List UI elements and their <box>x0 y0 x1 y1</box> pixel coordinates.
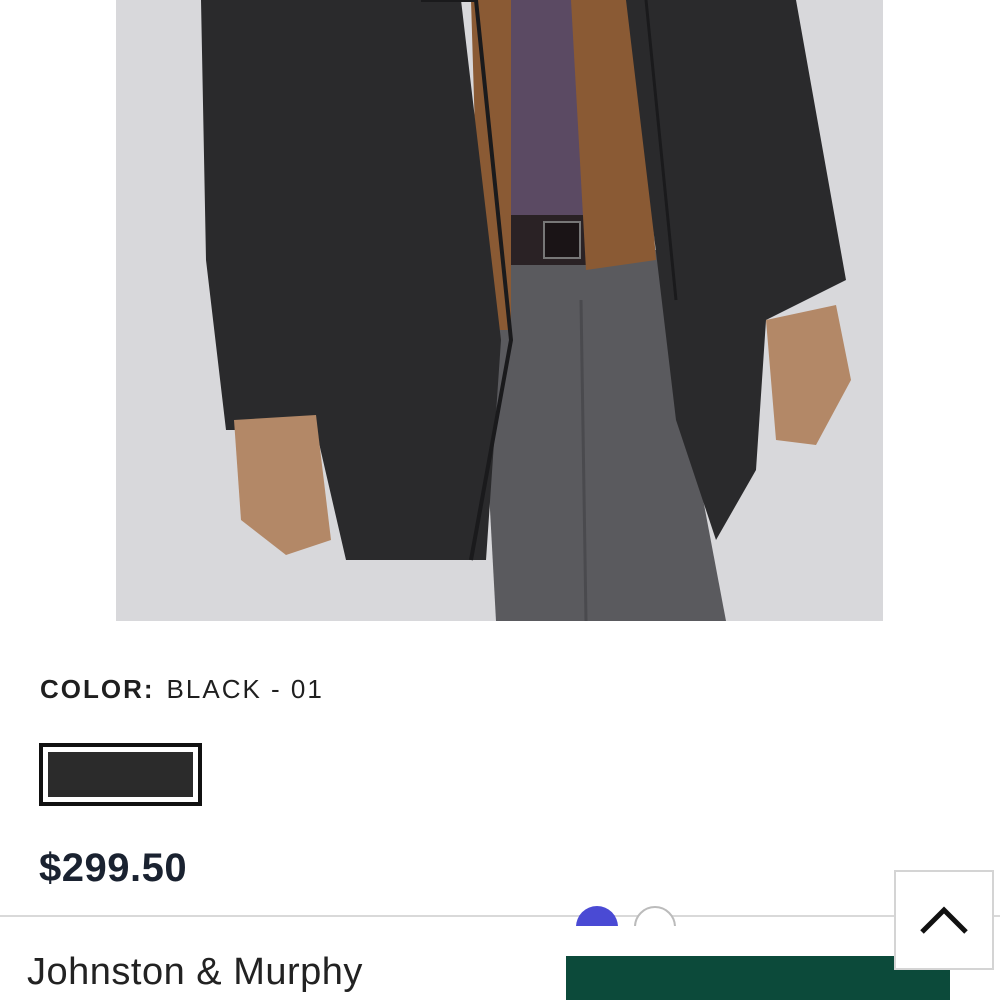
color-label: COLOR: <box>40 674 155 704</box>
carousel-dot-active[interactable] <box>576 906 618 926</box>
swatch-fill <box>48 752 193 797</box>
product-photo <box>116 0 883 621</box>
product-price: $299.50 <box>39 846 188 890</box>
color-swatch-black[interactable] <box>39 743 202 806</box>
product-image[interactable] <box>116 0 883 621</box>
color-value: BLACK - 01 <box>166 674 324 704</box>
carousel-dot[interactable] <box>634 906 676 926</box>
brand-name: Johnston & Murphy <box>27 951 363 993</box>
back-to-top-button[interactable] <box>894 870 994 970</box>
color-row: COLOR: BLACK - 01 <box>40 674 324 705</box>
carousel-dots <box>576 906 676 926</box>
chevron-up-icon <box>920 906 968 934</box>
add-to-bag-button[interactable] <box>566 956 950 1000</box>
